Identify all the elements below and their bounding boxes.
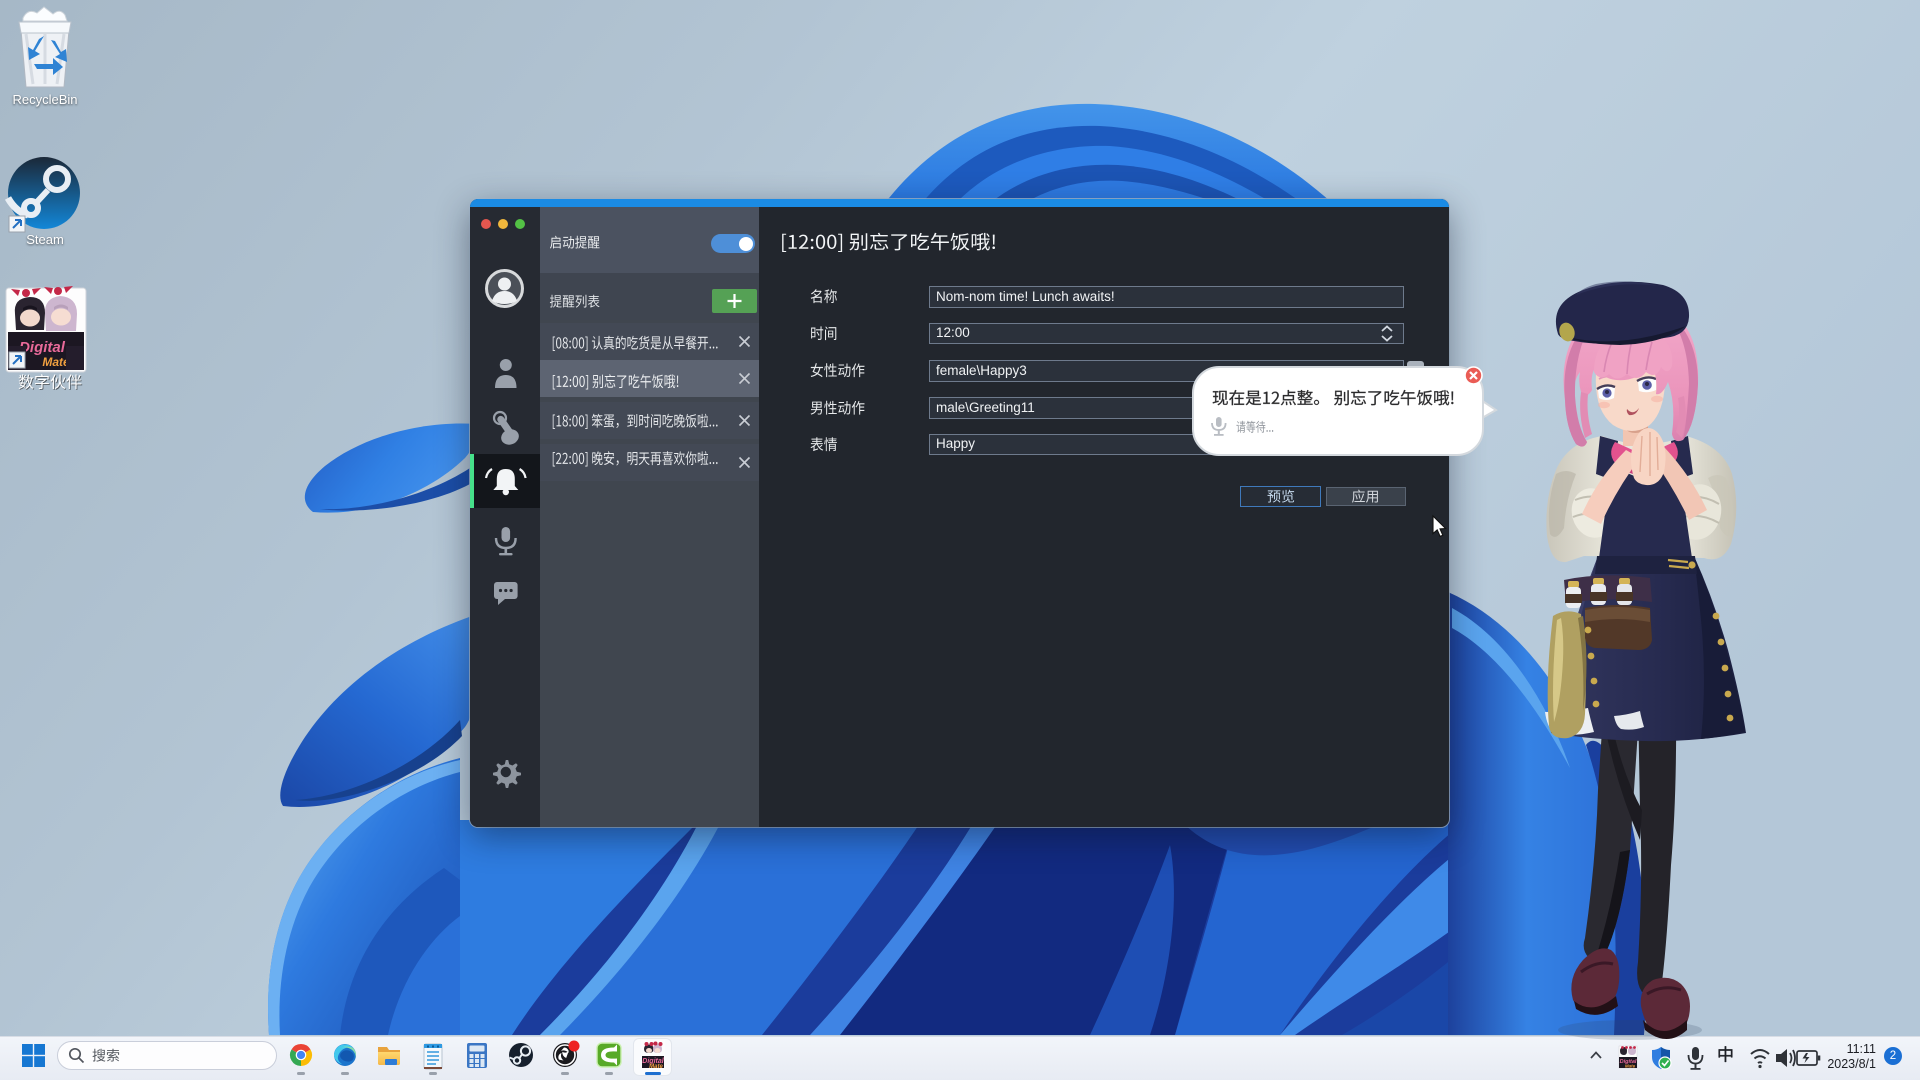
svg-text:Digital: Digital	[19, 339, 66, 356]
svg-text:Mate: Mate	[42, 355, 70, 369]
svg-text:Mate: Mate	[1625, 1064, 1636, 1069]
svg-text:Mate: Mate	[649, 1064, 663, 1070]
